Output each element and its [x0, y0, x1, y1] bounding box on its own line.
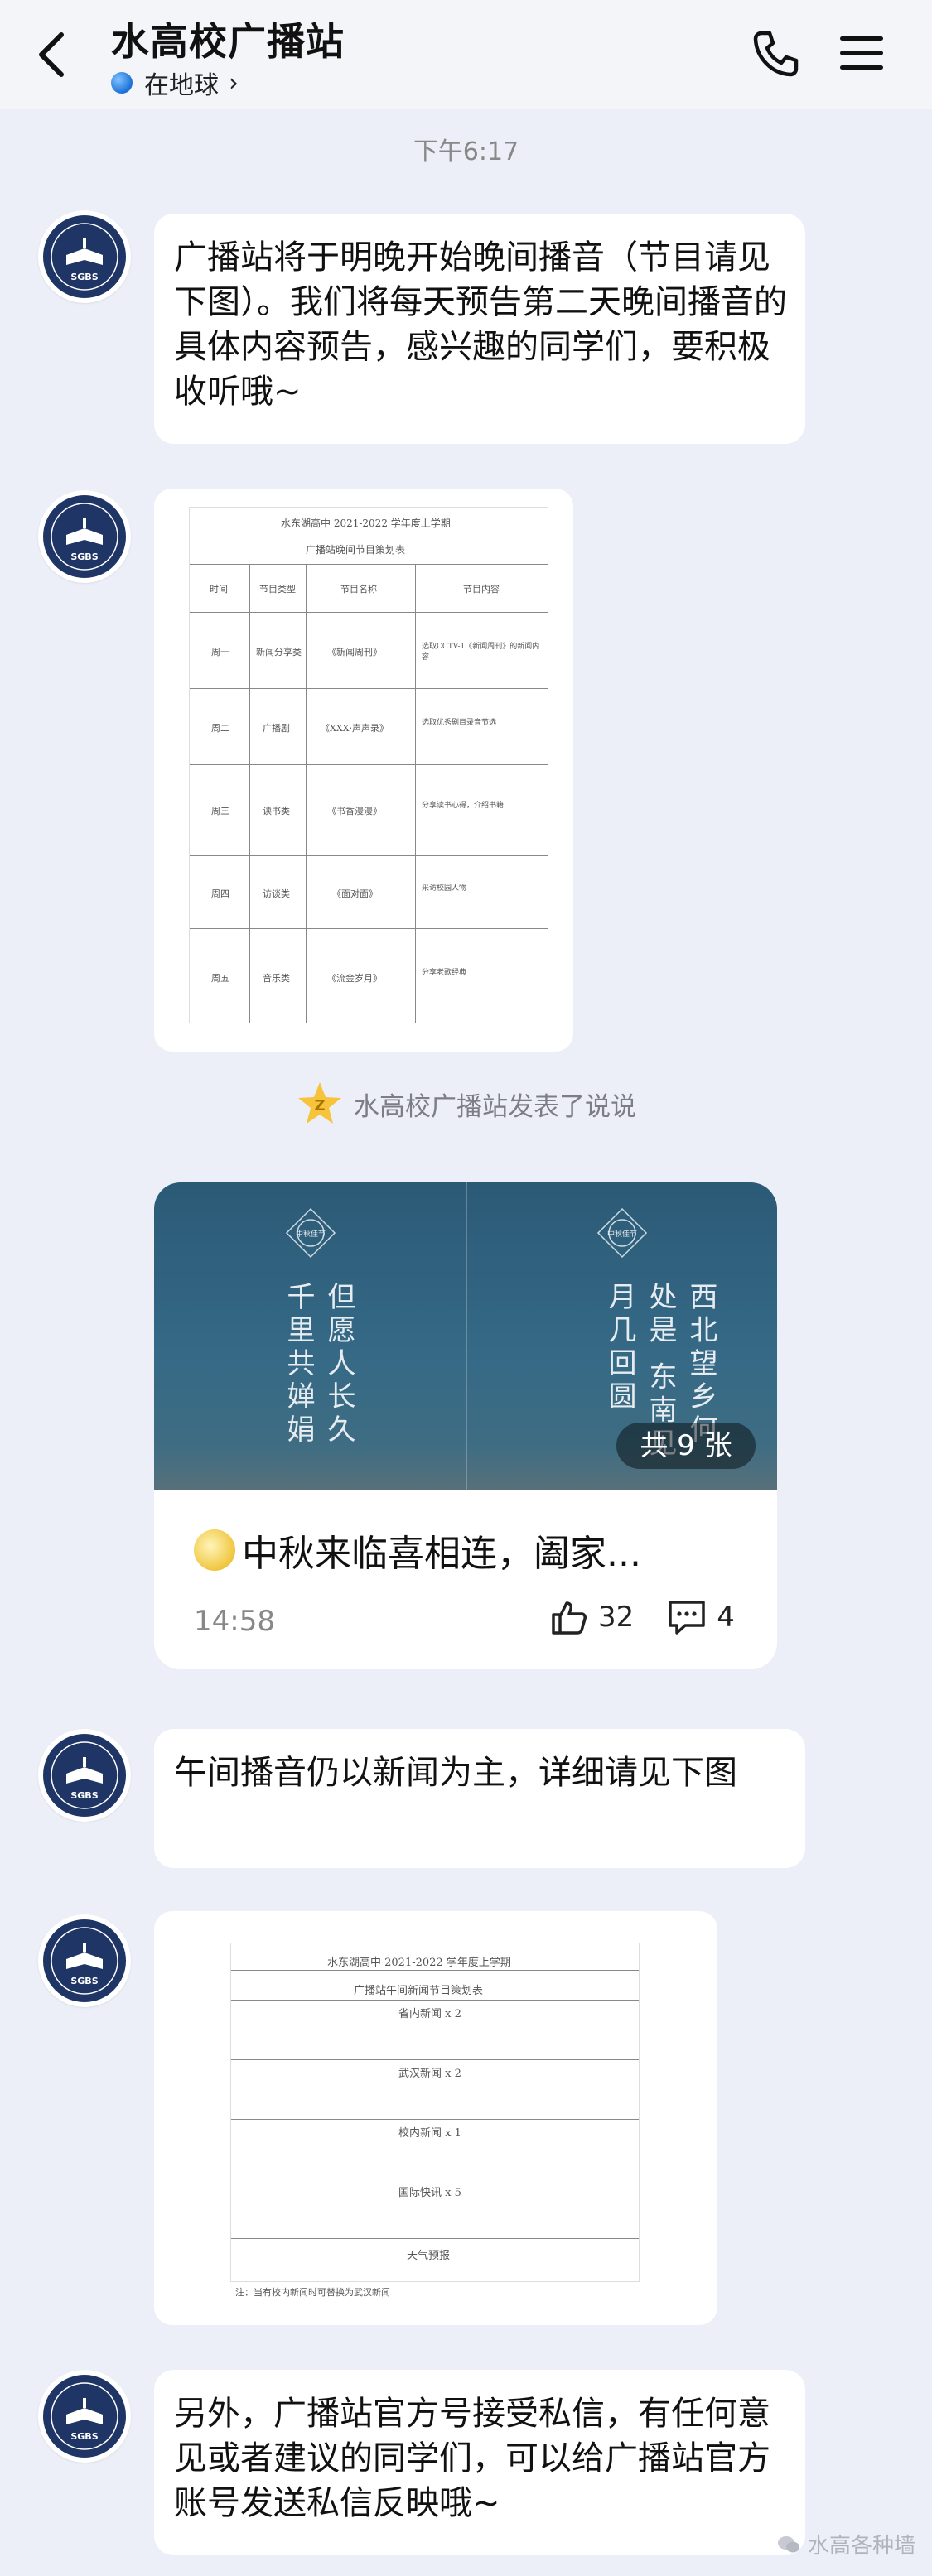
star-icon: Z [298, 1082, 341, 1124]
svg-text:中秋佳节: 中秋佳节 [296, 1229, 326, 1239]
table-cell: 《书香漫漫》 [327, 806, 382, 816]
chat-title[interactable]: 水高校广播站 [111, 12, 345, 66]
svg-text:SGBS: SGBS [70, 1790, 98, 1801]
back-icon[interactable] [31, 30, 73, 79]
message-bubble[interactable]: 午间播音仍以新闻为主，详细请见下图 [154, 1729, 805, 1868]
table-cell: 选取CCTV-1《新闻周刊》的新闻内容 [422, 643, 540, 662]
doc-title: 水东湖高中 2021-2022 学年度上学期 [281, 518, 451, 529]
wechat-icon [777, 2535, 799, 2552]
post-title-text: 中秋来临喜相连，阖家... [242, 1533, 641, 1575]
table-cell: 广播剧 [263, 723, 290, 734]
message-text: 另外，广播站官方号接受私信，有任何意见或者建议的同学们，可以给广播站官方账号发送… [174, 2395, 770, 2522]
table-cell: 分享老歌经典 [422, 969, 467, 977]
svg-text:Z: Z [314, 1097, 325, 1115]
chat-header: 水高校广播站 在地球 › [0, 0, 932, 109]
watermark-text: 水高各种墙 [807, 2534, 915, 2559]
table-cell: 校内新闻 x 1 [398, 2127, 461, 2140]
message-timestamp: 下午6:17 [413, 137, 519, 166]
message-text: 广播站将于明晚开始晚间播音（节目请见下图）。我们将每天预告第二天晚间播音的具体内… [174, 238, 787, 411]
comment-icon[interactable] [667, 1598, 707, 1636]
news-schedule-document: 水东湖高中 2021-2022 学年度上学期 广播站午间新闻节目策划表 省内新闻… [230, 1943, 640, 2282]
post-time: 14:58 [194, 1605, 275, 1638]
avatar[interactable]: SGBS [38, 2370, 131, 2463]
table-cell: 周五 [211, 973, 229, 984]
message-bubble[interactable]: 另外，广播站官方号接受私信，有任何意见或者建议的同学们，可以给广播站官方账号发送… [154, 2370, 805, 2555]
avatar[interactable]: SGBS [38, 210, 131, 303]
col-header: 节目内容 [463, 584, 500, 595]
poem-left: 但愿人长久 千里共婵娟 [282, 1282, 355, 1447]
doc-note: 注：当有校内新闻时可替换为武汉新闻 [235, 2287, 390, 2298]
thumbs-up-icon[interactable] [550, 1598, 588, 1636]
comment-count: 4 [717, 1601, 735, 1634]
image-message-news-schedule[interactable]: 水东湖高中 2021-2022 学年度上学期 广播站午间新闻节目策划表 省内新闻… [154, 1911, 717, 2325]
post-image[interactable]: 中秋佳节 但愿人长久 千里共婵娟 中秋佳节 西北望乡何处是 东南见月几回圆 共 … [154, 1182, 777, 1490]
table-cell: 天气预报 [407, 2250, 451, 2262]
post-card[interactable]: 中秋佳节 但愿人长久 千里共婵娟 中秋佳节 西北望乡何处是 东南见月几回圆 共 … [154, 1182, 777, 1669]
chevron-right-icon: › [229, 68, 239, 98]
school-logo: SGBS [43, 2375, 126, 2458]
location-link[interactable]: 在地球 › [111, 65, 239, 101]
school-logo: SGBS [43, 495, 126, 578]
watermark: 水高各种墙 [776, 2529, 915, 2559]
avatar[interactable]: SGBS [38, 1914, 131, 2007]
globe-icon [111, 72, 133, 94]
mid-autumn-badge-icon: 中秋佳节 [596, 1207, 648, 1259]
photo-count-badge: 共 9 张 [616, 1423, 756, 1469]
doc-subtitle: 广播站午间新闻节目策划表 [354, 1985, 484, 1997]
doc-subtitle: 广播站晚间节目策划表 [306, 544, 406, 556]
like-count: 32 [598, 1601, 635, 1634]
post-stats: 32 4 [550, 1598, 735, 1636]
table-cell: 采访校园人物 [422, 884, 467, 893]
doc-title: 水东湖高中 2021-2022 学年度上学期 [327, 1957, 511, 1969]
message-text: 午间播音仍以新闻为主，详细请见下图 [174, 1754, 737, 1792]
table-cell: 《流金岁月》 [327, 973, 382, 984]
table-cell: 分享读书心得，介绍书籍 [422, 802, 505, 810]
col-header: 时间 [210, 584, 228, 595]
schedule-document: 水东湖高中 2021-2022 学年度上学期 广播站晚间节目策划表 时间 节目类… [189, 507, 548, 1023]
table-cell: 《XXX·声声录》 [321, 723, 389, 734]
table-cell: 《新闻周刊》 [327, 647, 382, 657]
school-logo: SGBS [43, 1919, 126, 2002]
menu-icon[interactable] [838, 33, 885, 73]
table-cell: 《面对面》 [332, 888, 378, 899]
col-header: 节目名称 [340, 584, 377, 595]
table-cell: 音乐类 [263, 973, 290, 984]
table-cell: 周四 [211, 888, 229, 899]
col-header: 节目类型 [259, 584, 296, 595]
svg-text:SGBS: SGBS [70, 1976, 98, 1986]
table-cell: 周三 [211, 806, 229, 816]
svg-text:中秋佳节: 中秋佳节 [607, 1229, 637, 1239]
svg-text:SGBS: SGBS [70, 551, 98, 562]
image-message-schedule[interactable]: 水东湖高中 2021-2022 学年度上学期 广播站晚间节目策划表 时间 节目类… [154, 489, 573, 1052]
avatar[interactable]: SGBS [38, 490, 131, 583]
location-label: 在地球 [144, 71, 219, 100]
table-cell: 国际快讯 x 5 [398, 2187, 461, 2199]
table-cell: 省内新闻 x 2 [398, 2008, 461, 2020]
table-cell: 新闻分享类 [256, 647, 302, 657]
post-notice[interactable]: Z 水高校广播站发表了说说 [0, 1080, 932, 1128]
table-cell: 选取优秀剧目录音节选 [422, 719, 497, 727]
table-cell: 访谈类 [263, 888, 290, 899]
school-logo: SGBS [43, 215, 126, 298]
message-bubble[interactable]: 广播站将于明晚开始晚间播音（节目请见下图）。我们将每天预告第二天晚间播音的具体内… [154, 214, 805, 444]
table-cell: 武汉新闻 x 2 [398, 2068, 461, 2080]
school-logo: SGBS [43, 1734, 126, 1817]
svg-text:SGBS: SGBS [70, 2431, 98, 2442]
svg-text:SGBS: SGBS [70, 272, 98, 282]
table-cell: 周二 [211, 723, 229, 734]
table-cell: 周一 [211, 647, 229, 657]
moon-emoji-icon [194, 1529, 235, 1571]
post-title: 中秋来临喜相连，阖家... [194, 1524, 641, 1577]
notice-text: 水高校广播站发表了说说 [354, 1091, 636, 1122]
table-cell: 读书类 [263, 806, 290, 816]
avatar[interactable]: SGBS [38, 1729, 131, 1822]
phone-icon[interactable] [750, 28, 801, 79]
mid-autumn-badge-icon: 中秋佳节 [285, 1207, 336, 1259]
